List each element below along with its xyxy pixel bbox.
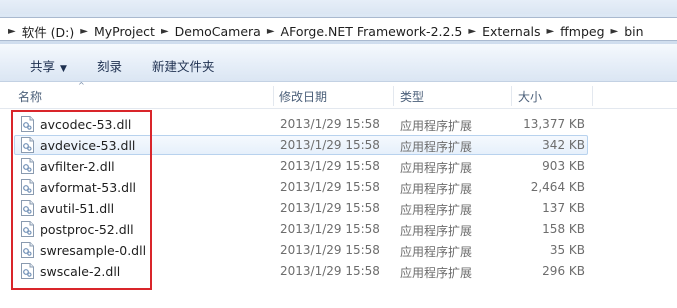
chevron-right-icon[interactable]: ► bbox=[468, 26, 476, 37]
file-size: 342 KB bbox=[542, 138, 585, 152]
address-bar: ► 软件 (D:) ► MyProject ► DemoCamera ► AFo… bbox=[0, 14, 677, 44]
chevron-right-icon[interactable]: ► bbox=[611, 26, 619, 37]
share-label: 共享 bbox=[30, 59, 56, 74]
command-toolbar: 共享 ▼ 刻录 新建文件夹 bbox=[0, 44, 677, 82]
column-header: ^ 名称 修改日期 类型 大小 bbox=[0, 81, 677, 109]
chevron-right-icon[interactable]: ► bbox=[546, 26, 554, 37]
file-date: 2013/1/29 15:58 bbox=[280, 180, 380, 194]
file-size: 903 KB bbox=[542, 159, 585, 173]
breadcrumb-externals[interactable]: Externals bbox=[482, 24, 540, 39]
file-type: 应用程序扩展 bbox=[400, 224, 473, 238]
file-date: 2013/1/29 15:58 bbox=[280, 201, 380, 215]
address-box[interactable]: ► 软件 (D:) ► MyProject ► DemoCamera ► AFo… bbox=[0, 17, 677, 41]
breadcrumb-aforge[interactable]: AForge.NET Framework-2.2.5 bbox=[281, 24, 463, 39]
share-button[interactable]: 共享 ▼ bbox=[30, 56, 67, 75]
column-size[interactable]: 大小 bbox=[518, 88, 542, 105]
column-divider[interactable] bbox=[592, 86, 593, 106]
file-type: 应用程序扩展 bbox=[400, 245, 473, 259]
file-date: 2013/1/29 15:58 bbox=[280, 243, 380, 257]
breadcrumb-ffmpeg[interactable]: ffmpeg bbox=[560, 24, 604, 39]
file-type: 应用程序扩展 bbox=[400, 203, 473, 217]
file-size: 296 KB bbox=[542, 264, 585, 278]
chevron-right-icon[interactable]: ► bbox=[267, 26, 275, 37]
chevron-right-icon[interactable]: ► bbox=[161, 26, 169, 37]
breadcrumb-myproject[interactable]: MyProject bbox=[94, 24, 155, 39]
file-type: 应用程序扩展 bbox=[400, 119, 473, 133]
dropdown-arrow-icon: ▼ bbox=[60, 64, 67, 74]
chevron-right-icon[interactable]: ► bbox=[80, 26, 88, 37]
file-type: 应用程序扩展 bbox=[400, 161, 473, 175]
breadcrumb-democamera[interactable]: DemoCamera bbox=[175, 24, 261, 39]
sort-caret-icon: ^ bbox=[78, 81, 85, 90]
breadcrumb-bin[interactable]: bin bbox=[624, 24, 643, 39]
chevron-right-icon[interactable]: ► bbox=[8, 26, 16, 37]
file-type: 应用程序扩展 bbox=[400, 140, 473, 154]
red-annotation-box bbox=[11, 110, 152, 290]
file-size: 35 KB bbox=[549, 243, 585, 257]
file-date: 2013/1/29 15:58 bbox=[280, 222, 380, 236]
file-size: 2,464 KB bbox=[530, 180, 585, 194]
burn-button[interactable]: 刻录 bbox=[97, 56, 122, 75]
file-type: 应用程序扩展 bbox=[400, 182, 473, 196]
file-date: 2013/1/29 15:58 bbox=[280, 264, 380, 278]
column-name[interactable]: 名称 bbox=[18, 88, 42, 105]
file-date: 2013/1/29 15:58 bbox=[280, 117, 380, 131]
file-size: 137 KB bbox=[542, 201, 585, 215]
column-date[interactable]: 修改日期 bbox=[279, 88, 327, 105]
file-size: 158 KB bbox=[542, 222, 585, 236]
breadcrumb: ► 软件 (D:) ► MyProject ► DemoCamera ► AFo… bbox=[2, 22, 644, 41]
breadcrumb-drive[interactable]: 软件 (D:) bbox=[22, 22, 75, 41]
column-divider[interactable] bbox=[273, 86, 274, 106]
file-date: 2013/1/29 15:58 bbox=[280, 138, 380, 152]
file-type: 应用程序扩展 bbox=[400, 266, 473, 280]
file-size: 13,377 KB bbox=[523, 117, 585, 131]
title-strip bbox=[0, 0, 677, 14]
column-divider[interactable] bbox=[511, 86, 512, 106]
file-date: 2013/1/29 15:58 bbox=[280, 159, 380, 173]
new-folder-button[interactable]: 新建文件夹 bbox=[152, 56, 215, 75]
column-divider[interactable] bbox=[393, 86, 394, 106]
column-type[interactable]: 类型 bbox=[400, 88, 424, 105]
